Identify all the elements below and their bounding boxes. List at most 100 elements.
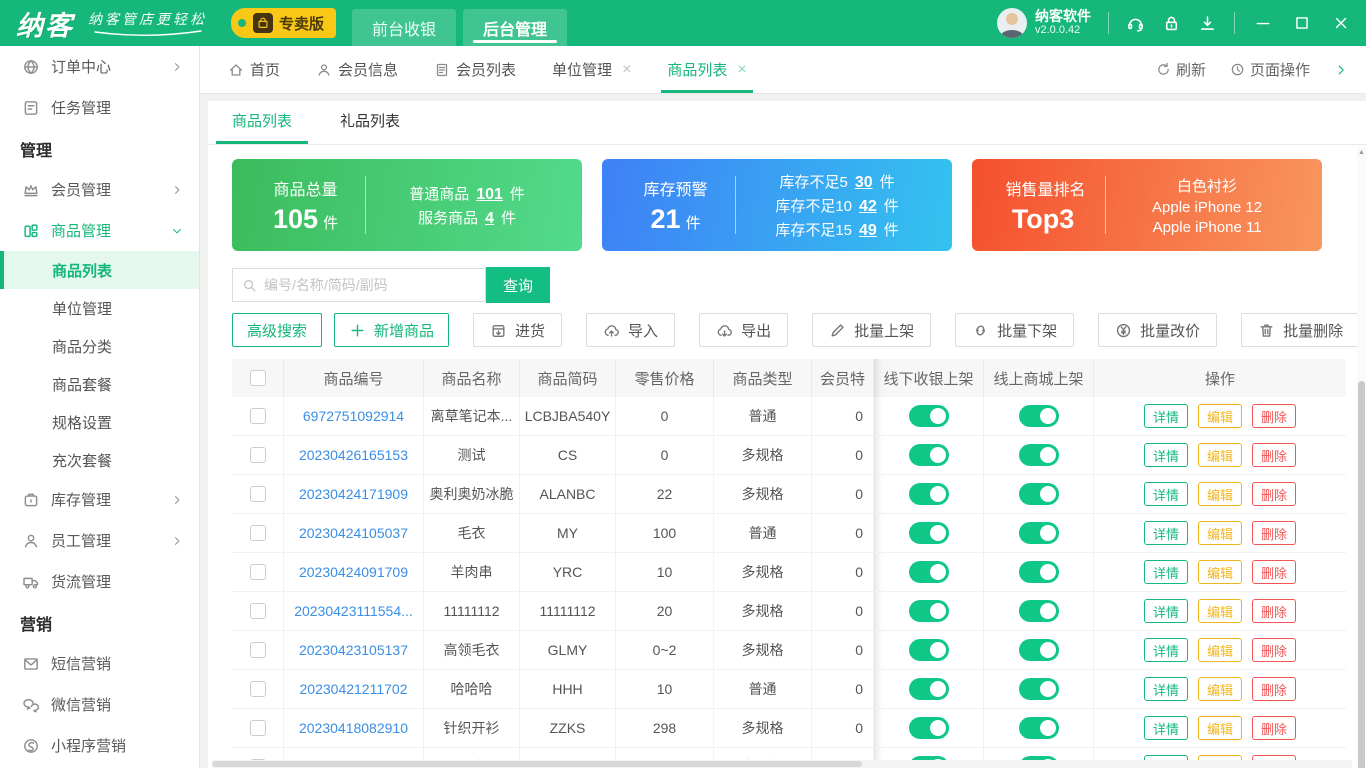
- row-checkbox[interactable]: [249, 564, 266, 580]
- refresh-button[interactable]: 刷新: [1156, 59, 1206, 80]
- tab-home[interactable]: 首页: [228, 46, 280, 93]
- edit-button[interactable]: 编辑: [1197, 716, 1242, 740]
- vertical-scroll-thumb[interactable]: [1358, 381, 1365, 768]
- online-mall-toggle[interactable]: [1018, 600, 1059, 622]
- sidebar-item-sms-marketing[interactable]: 短信营销: [0, 643, 199, 684]
- delete-button[interactable]: 删除: [1252, 677, 1297, 701]
- detail-button[interactable]: 详情: [1143, 521, 1188, 545]
- search-input[interactable]: [264, 277, 476, 293]
- tab-member-info[interactable]: 会员信息: [316, 46, 398, 93]
- row-checkbox[interactable]: [249, 486, 266, 502]
- tab-unit-management[interactable]: 单位管理 ×: [552, 46, 631, 93]
- add-product-button[interactable]: 新增商品: [334, 313, 450, 347]
- row-checkbox[interactable]: [249, 642, 266, 658]
- scroll-up-arrow-icon[interactable]: ▲: [1357, 146, 1366, 159]
- online-mall-toggle[interactable]: [1018, 405, 1059, 427]
- edit-button[interactable]: 编辑: [1197, 599, 1242, 623]
- import-button[interactable]: 导入: [586, 313, 676, 347]
- detail-button[interactable]: 详情: [1143, 716, 1188, 740]
- detail-button[interactable]: 详情: [1143, 638, 1188, 662]
- sidebar-item-miniprogram-marketing[interactable]: 小程序营销: [0, 725, 199, 766]
- sidebar-item-product-package[interactable]: 商品套餐: [0, 365, 199, 403]
- sidebar-item-logistics-management[interactable]: 货流管理: [0, 561, 199, 602]
- close-button[interactable]: [1330, 12, 1352, 34]
- close-tab-icon[interactable]: ×: [622, 61, 631, 78]
- detail-button[interactable]: 详情: [1143, 404, 1188, 428]
- delete-button[interactable]: 删除: [1252, 404, 1297, 428]
- delete-button[interactable]: 删除: [1252, 716, 1297, 740]
- detail-button[interactable]: 详情: [1143, 677, 1188, 701]
- sidebar-item-recharge-package[interactable]: 充次套餐: [0, 441, 199, 479]
- sidebar-item-product-management[interactable]: 商品管理: [0, 210, 199, 251]
- topnav-front-cashier[interactable]: 前台收银: [352, 9, 457, 46]
- delete-button[interactable]: 删除: [1252, 482, 1297, 506]
- product-code-link[interactable]: 20230418082910: [299, 720, 408, 736]
- edit-button[interactable]: 编辑: [1197, 560, 1242, 584]
- delete-button[interactable]: 删除: [1252, 638, 1297, 662]
- offline-pos-toggle[interactable]: [908, 600, 949, 622]
- sidebar-item-unit-management[interactable]: 单位管理: [0, 289, 199, 327]
- sidebar-item-product-category[interactable]: 商品分类: [0, 327, 199, 365]
- product-code-link[interactable]: 20230424091709: [299, 564, 408, 580]
- row-checkbox[interactable]: [249, 408, 266, 424]
- sidebar-item-wechat-marketing[interactable]: 微信营销: [0, 684, 199, 725]
- online-mall-toggle[interactable]: [1018, 639, 1059, 661]
- batch-delete-button[interactable]: 批量删除: [1241, 313, 1361, 347]
- product-code-link[interactable]: 20230424105037: [299, 525, 408, 541]
- sidebar-item-product-list[interactable]: 商品列表: [0, 251, 199, 289]
- page-ops-button[interactable]: 页面操作: [1230, 59, 1310, 80]
- horizontal-scroll-thumb[interactable]: [212, 761, 862, 767]
- query-button[interactable]: 查询: [486, 267, 551, 303]
- delete-button[interactable]: 删除: [1252, 443, 1297, 467]
- edit-button[interactable]: 编辑: [1197, 443, 1242, 467]
- batch-on-shelf-button[interactable]: 批量上架: [812, 313, 932, 347]
- purchase-button[interactable]: 进货: [473, 313, 563, 347]
- product-code-link[interactable]: 6972751092914: [303, 408, 404, 424]
- close-tab-icon[interactable]: ×: [737, 61, 746, 78]
- topnav-backend-management[interactable]: 后台管理: [463, 9, 568, 46]
- edit-button[interactable]: 编辑: [1197, 521, 1242, 545]
- online-mall-toggle[interactable]: [1018, 717, 1059, 739]
- online-mall-toggle[interactable]: [1018, 522, 1059, 544]
- delete-button[interactable]: 删除: [1252, 560, 1297, 584]
- online-mall-toggle[interactable]: [1018, 678, 1059, 700]
- online-mall-toggle[interactable]: [1018, 561, 1059, 583]
- horizontal-scrollbar[interactable]: [212, 760, 1352, 768]
- offline-pos-toggle[interactable]: [908, 405, 949, 427]
- offline-pos-toggle[interactable]: [908, 561, 949, 583]
- tab-member-list[interactable]: 会员列表: [434, 46, 516, 93]
- maximize-button[interactable]: [1291, 12, 1313, 34]
- product-code-link[interactable]: 20230424171909: [299, 486, 408, 502]
- row-checkbox[interactable]: [249, 603, 266, 619]
- delete-button[interactable]: 删除: [1252, 599, 1297, 623]
- download-icon[interactable]: [1198, 14, 1217, 33]
- product-code-link[interactable]: 20230423111554...: [294, 603, 413, 619]
- detail-button[interactable]: 详情: [1143, 482, 1188, 506]
- advanced-search-button[interactable]: 高级搜索: [232, 313, 323, 347]
- minimize-button[interactable]: [1252, 12, 1274, 34]
- vertical-scrollbar[interactable]: ▲: [1357, 146, 1366, 768]
- product-code-link[interactable]: 20230426165153: [299, 447, 408, 463]
- offline-pos-toggle[interactable]: [908, 444, 949, 466]
- row-checkbox[interactable]: [249, 447, 266, 463]
- batch-off-shelf-button[interactable]: 批量下架: [955, 313, 1075, 347]
- row-checkbox[interactable]: [249, 720, 266, 736]
- sidebar-item-inventory-management[interactable]: 库存管理: [0, 479, 199, 520]
- batch-reprice-button[interactable]: 批量改价: [1098, 313, 1218, 347]
- chevron-right-icon[interactable]: [1334, 63, 1348, 77]
- edit-button[interactable]: 编辑: [1197, 482, 1242, 506]
- sidebar-item-member-management[interactable]: 会员管理: [0, 169, 199, 210]
- tab-product-list[interactable]: 商品列表 ×: [661, 46, 754, 93]
- sidebar-item-spec-settings[interactable]: 规格设置: [0, 403, 199, 441]
- delete-button[interactable]: 删除: [1252, 521, 1297, 545]
- offline-pos-toggle[interactable]: [908, 717, 949, 739]
- sidebar-item-task-management[interactable]: 任务管理: [0, 87, 199, 128]
- online-mall-toggle[interactable]: [1018, 483, 1059, 505]
- detail-button[interactable]: 详情: [1143, 443, 1188, 467]
- row-checkbox[interactable]: [249, 681, 266, 697]
- panel-tab-product-list[interactable]: 商品列表: [215, 110, 309, 144]
- product-code-link[interactable]: 20230421211702: [300, 681, 408, 697]
- detail-button[interactable]: 详情: [1143, 560, 1188, 584]
- offline-pos-toggle[interactable]: [908, 522, 949, 544]
- edit-button[interactable]: 编辑: [1197, 404, 1242, 428]
